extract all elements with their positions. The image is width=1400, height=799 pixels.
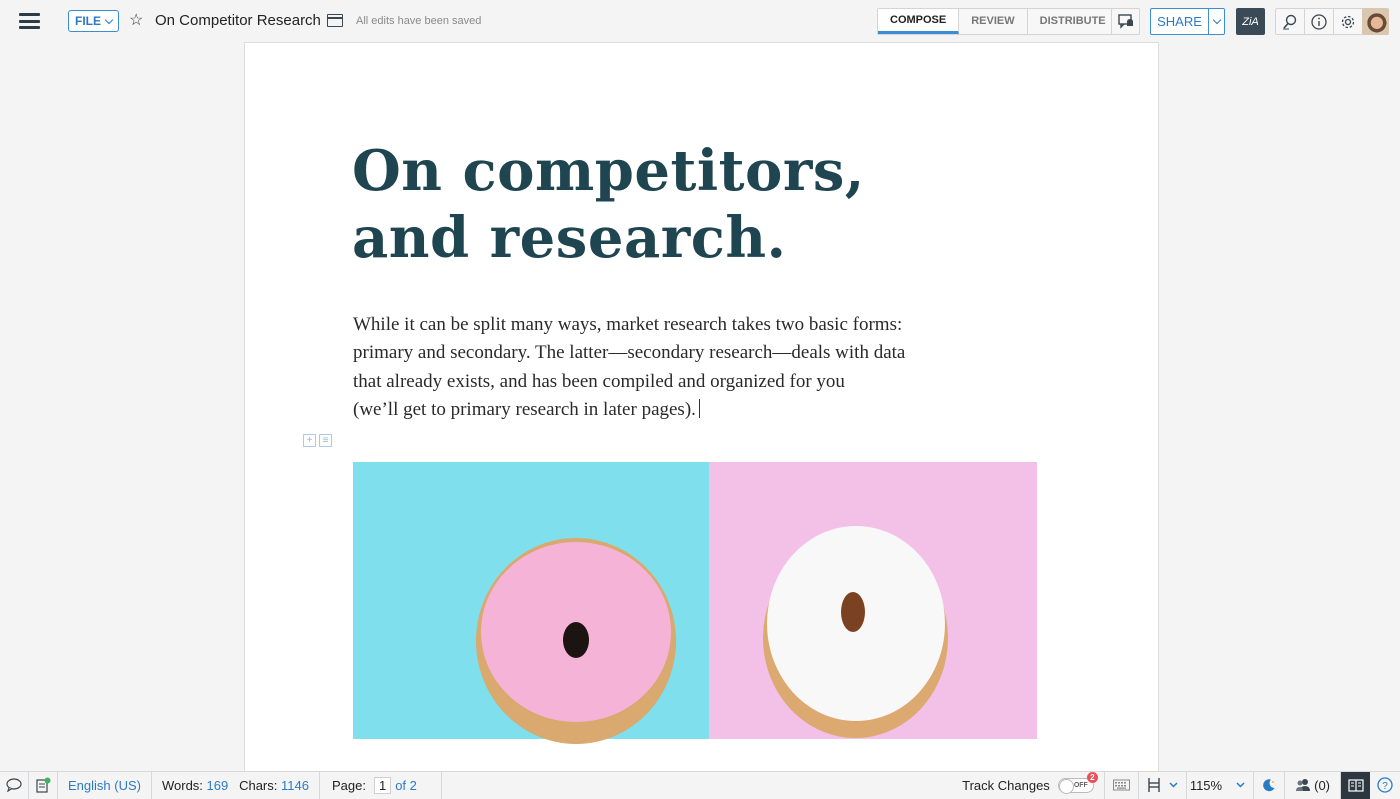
body-paragraph[interactable]: While it can be split many ways, market …: [353, 311, 1033, 424]
document-check-icon: [36, 777, 51, 793]
notify-icon: [1117, 13, 1133, 29]
chevron-down-icon: [1169, 782, 1178, 788]
settings-button[interactable]: [1334, 9, 1363, 34]
document-title[interactable]: On Competitor Research: [155, 12, 321, 30]
document-check-button[interactable]: [29, 771, 58, 799]
book-icon: [1347, 778, 1364, 792]
zoom-value: 115%: [1189, 777, 1223, 793]
avatar[interactable]: [1362, 8, 1389, 35]
block-options-icon[interactable]: ≡: [319, 434, 332, 447]
collaborators-button[interactable]: (0): [1285, 771, 1341, 799]
page-navigator: Page: 1 of 2: [320, 771, 442, 799]
tab-compose[interactable]: COMPOSE: [878, 9, 960, 34]
keyboard-button[interactable]: [1105, 771, 1139, 799]
reader-mode-button[interactable]: [1341, 771, 1370, 799]
utility-buttons: [1275, 8, 1364, 35]
language-selector[interactable]: English (US): [58, 771, 152, 799]
top-toolbar: FILE ☆ On Competitor Research All edits …: [0, 0, 1400, 42]
file-label: FILE: [75, 14, 101, 28]
words-label: Words:: [161, 777, 203, 793]
page-total: of 2: [395, 777, 417, 793]
moon-icon: [1263, 779, 1275, 792]
donuts-image[interactable]: [353, 462, 1037, 744]
chevron-down-icon: [1236, 782, 1245, 788]
status-bar: English (US) Words: 169 Chars: 1146 Page…: [0, 771, 1400, 799]
document-page[interactable]: On competitors, and research. While it c…: [244, 42, 1159, 772]
chars-label: Chars:: [239, 777, 278, 793]
text-cursor: [698, 398, 700, 418]
svg-text:?: ?: [1382, 781, 1388, 792]
tab-distribute[interactable]: DISTRIBUTE: [1028, 9, 1118, 34]
folder-icon[interactable]: [326, 14, 343, 27]
notification-badge: 2: [1086, 771, 1098, 783]
words-value: 169: [206, 777, 229, 793]
share-dropdown[interactable]: [1209, 9, 1224, 34]
paragraph-line: While it can be split many ways, market …: [353, 314, 903, 335]
document-heading[interactable]: On competitors, and research.: [352, 138, 865, 272]
track-changes-label: Track Changes: [962, 777, 1050, 793]
help-icon: ?: [1377, 777, 1393, 793]
paragraph-line: primary and secondary. The latter—second…: [353, 342, 906, 364]
image-left-panel: [353, 462, 709, 744]
help-button[interactable]: ?: [1370, 772, 1400, 799]
paragraph-line: that already exists, and has been compil…: [353, 370, 845, 392]
save-status: All edits have been saved: [356, 15, 482, 27]
gear-icon: [1341, 15, 1355, 28]
paragraph-line: (we’ll get to primary research in later …: [353, 398, 696, 420]
notification-button[interactable]: [1111, 8, 1140, 35]
file-menu-button[interactable]: FILE: [68, 10, 119, 32]
mode-tabs: COMPOSE REVIEW DISTRIBUTE: [877, 8, 1119, 35]
star-icon[interactable]: ☆: [129, 11, 143, 31]
collaborators-count: (0): [1314, 777, 1330, 793]
info-icon: [1311, 13, 1327, 30]
donut-hole: [563, 622, 589, 658]
keyboard-icon: [1112, 779, 1130, 791]
night-mode-button[interactable]: [1254, 771, 1286, 799]
track-changes: Track Changes OFF 2: [952, 771, 1105, 799]
zia-button[interactable]: ZiA: [1236, 8, 1265, 35]
menu-icon[interactable]: [19, 13, 40, 29]
comment-icon: [6, 778, 22, 792]
chevron-down-icon: [1212, 15, 1221, 25]
donut-hole: [841, 592, 865, 632]
info-button[interactable]: [1305, 9, 1334, 34]
share-button[interactable]: SHARE: [1150, 8, 1225, 35]
add-block-icon[interactable]: +: [303, 434, 316, 447]
page-label: Page:: [331, 777, 366, 793]
share-label: SHARE: [1151, 9, 1209, 34]
chevron-down-icon: [104, 15, 114, 24]
comments-button[interactable]: [0, 771, 29, 799]
search-button[interactable]: [1276, 9, 1305, 34]
image-right-panel: [709, 462, 1037, 739]
page-layout-button[interactable]: [1139, 771, 1187, 799]
zoom-selector[interactable]: 115%: [1187, 771, 1255, 799]
zia-icon: ZiA: [1242, 15, 1259, 28]
language-label: English (US): [68, 777, 141, 793]
tab-review[interactable]: REVIEW: [959, 9, 1028, 34]
users-icon: [1296, 779, 1311, 791]
search-icon: [1283, 14, 1297, 29]
word-count[interactable]: Words: 169 Chars: 1146: [152, 771, 320, 799]
toggle-state: OFF: [1073, 781, 1088, 789]
page-layout-icon: [1148, 778, 1160, 792]
chars-value: 1146: [281, 777, 309, 793]
page-input[interactable]: 1: [373, 776, 392, 794]
track-changes-toggle[interactable]: OFF 2: [1057, 771, 1098, 794]
block-tools: + ≡: [303, 434, 332, 447]
